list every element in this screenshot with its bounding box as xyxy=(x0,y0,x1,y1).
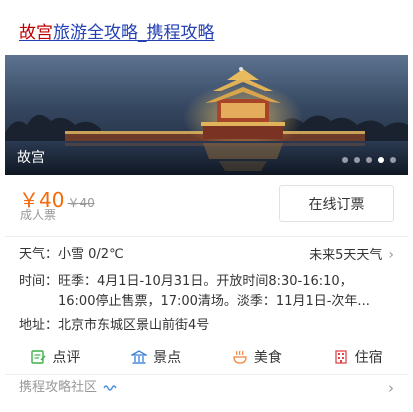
attraction-icon xyxy=(131,350,148,364)
divider xyxy=(5,236,408,237)
forecast-link[interactable]: 未来5天天气 › xyxy=(309,245,394,265)
carousel-dot[interactable] xyxy=(366,157,372,163)
community-link[interactable]: 携程攻略社区 › xyxy=(19,378,394,400)
nav-hotel-label: 住宿 xyxy=(354,350,383,366)
category-nav: 点评 景点 美食 住宿 xyxy=(5,343,408,371)
carousel-dot[interactable] xyxy=(390,157,396,163)
title-rest: 旅游全攻略_携程攻略 xyxy=(53,23,215,43)
partner-icon xyxy=(103,384,117,391)
nav-attraction[interactable]: 景点 xyxy=(106,343,207,371)
carousel-dots xyxy=(342,157,396,163)
community-label: 携程攻略社区 xyxy=(19,380,98,395)
carousel-dot[interactable] xyxy=(354,157,360,163)
chevron-right-icon: › xyxy=(388,247,394,263)
title-highlight: 故宫 xyxy=(19,23,53,43)
nav-attraction-label: 景点 xyxy=(153,350,182,366)
weather-row: 天气：小雪 0/2℃ 未来5天天气 › xyxy=(19,245,394,265)
result-title-bar: 故宫旅游全攻略_携程攻略 xyxy=(0,0,413,54)
result-title-link[interactable]: 故宫旅游全攻略_携程攻略 xyxy=(19,23,215,43)
nav-review-label: 点评 xyxy=(52,350,81,366)
hotel-icon xyxy=(334,350,347,364)
review-icon xyxy=(31,350,46,364)
nav-food[interactable]: 美食 xyxy=(207,343,308,371)
banner-caption: 故宫 xyxy=(17,150,45,166)
nav-hotel[interactable]: 住宿 xyxy=(307,343,408,371)
address-row: 地址：北京市东城区景山前街4号 xyxy=(19,316,394,336)
hours-line-1: 时间：旺季：4月1日-10月31日。开放时间8:30-16:10， xyxy=(19,274,353,289)
hours-line-2: 16:00停止售票，17:00清场。淡季：11月1日-次年... xyxy=(58,294,370,309)
banner-image[interactable]: 故宫 xyxy=(5,55,408,175)
book-ticket-button[interactable]: 在线订票 xyxy=(279,185,394,222)
carousel-dot[interactable] xyxy=(342,157,348,163)
address-value: 北京市东城区景山前街4号 xyxy=(58,318,210,333)
weather-value: 小雪 0/2℃ xyxy=(58,247,124,262)
food-icon xyxy=(233,350,247,364)
nav-food-label: 美食 xyxy=(253,350,282,366)
address-label: 地址： xyxy=(19,318,59,333)
opening-hours: 时间：旺季：4月1日-10月31日。开放时间8:30-16:10， 16:00停… xyxy=(19,272,394,312)
forecast-label: 未来5天天气 xyxy=(309,248,383,263)
chevron-right-icon: › xyxy=(388,379,394,397)
original-price: ￥40 xyxy=(67,196,95,210)
carousel-dot-active[interactable] xyxy=(378,157,384,163)
weather-label: 天气： xyxy=(19,247,59,262)
divider xyxy=(5,374,408,375)
ticket-type: 成人票 xyxy=(20,208,57,222)
nav-review[interactable]: 点评 xyxy=(5,343,106,371)
ticket-row: ￥40 ￥40 成人票 在线订票 xyxy=(19,183,394,229)
